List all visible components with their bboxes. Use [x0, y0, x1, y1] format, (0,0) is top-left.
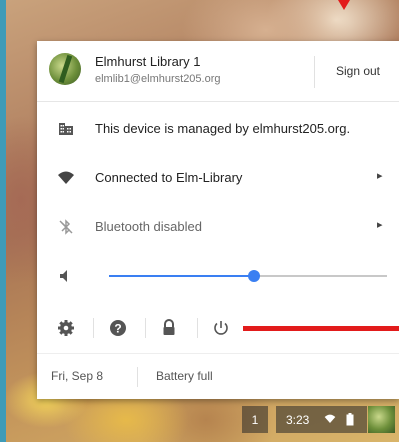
volume-slider-knob[interactable] [248, 270, 260, 282]
divider [137, 367, 138, 387]
managed-device-label: This device is managed by elmhurst205.or… [95, 121, 351, 136]
user-avatar [49, 53, 81, 85]
divider [145, 318, 146, 338]
divider [93, 318, 94, 338]
volume-row [37, 256, 399, 296]
power-icon[interactable] [211, 318, 231, 338]
chevron-right-icon: ▸ [377, 170, 383, 182]
network-row[interactable]: Connected to Elm-Library ▸ [37, 154, 399, 202]
quick-actions-bar: ? [37, 306, 399, 350]
clock: 3:23 [286, 413, 310, 427]
speaker-icon[interactable] [57, 267, 75, 285]
help-icon[interactable]: ? [108, 318, 128, 338]
annotation-line [243, 326, 399, 331]
divider [314, 56, 315, 88]
bluetooth-label: Bluetooth disabled [95, 219, 202, 234]
battery-status: Battery full [156, 369, 213, 383]
lock-icon[interactable] [159, 318, 179, 338]
managed-device-row[interactable]: This device is managed by elmhurst205.or… [37, 105, 399, 153]
volume-slider-fill [109, 275, 254, 277]
user-email: elmlib1@elmhurst205.org [95, 73, 221, 85]
status-footer: Fri, Sep 8 Battery full [37, 353, 399, 400]
desk-switcher-button[interactable]: 1 [242, 406, 268, 433]
user-name: Elmhurst Library 1 [95, 54, 201, 69]
bluetooth-row[interactable]: Bluetooth disabled ▸ [37, 203, 399, 251]
svg-text:?: ? [114, 322, 121, 336]
chevron-right-icon: ▸ [377, 219, 383, 231]
wifi-icon [324, 413, 336, 428]
gear-icon[interactable] [56, 318, 76, 338]
wifi-icon [57, 169, 75, 187]
annotation-arrow [338, 0, 350, 10]
system-tray-menu: Elmhurst Library 1 elmlib1@elmhurst205.o… [37, 41, 399, 399]
bluetooth-disabled-icon [57, 218, 75, 236]
battery-icon [346, 413, 354, 429]
network-label: Connected to Elm-Library [95, 170, 243, 185]
sign-out-button[interactable]: Sign out [322, 54, 394, 88]
user-row: Elmhurst Library 1 elmlib1@elmhurst205.o… [37, 41, 399, 102]
building-icon [57, 120, 75, 138]
divider [197, 318, 198, 338]
user-avatar[interactable] [368, 406, 395, 433]
status-area-button[interactable]: 3:23 [276, 406, 367, 433]
volume-slider-track[interactable] [254, 275, 387, 277]
date-label[interactable]: Fri, Sep 8 [51, 369, 103, 383]
